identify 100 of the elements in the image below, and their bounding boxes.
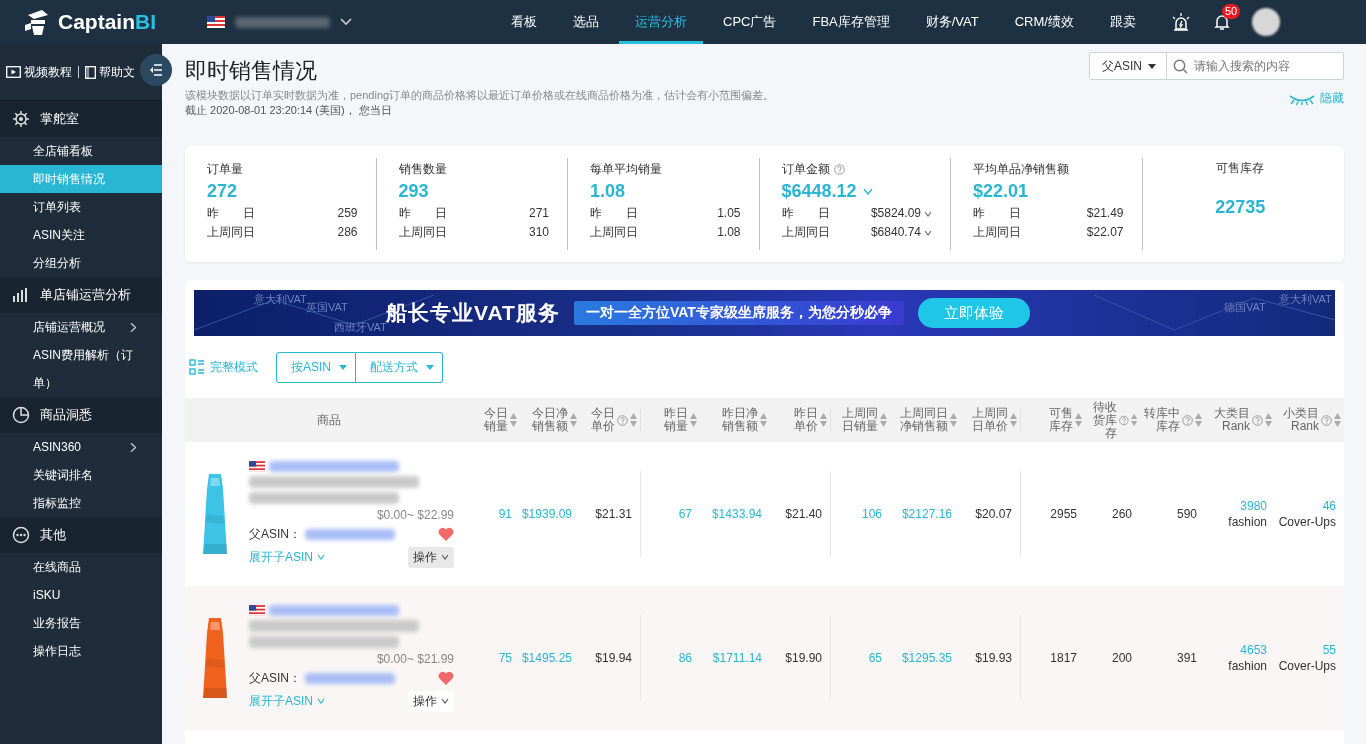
column-header[interactable]: 昨日净销售额 xyxy=(722,407,758,433)
notification-count-badge: 50 xyxy=(1221,4,1241,19)
sidebar-item[interactable]: 关键词排名 xyxy=(0,461,162,489)
caret-down-icon xyxy=(339,364,347,370)
caret-down-icon[interactable] xyxy=(862,187,873,195)
sort-icon[interactable] xyxy=(880,413,887,427)
sidebar-section[interactable]: 其他 xyxy=(0,517,162,553)
comparison-label: 昨 日 xyxy=(207,205,255,222)
us-flag-icon xyxy=(207,16,225,28)
sidebar-section[interactable]: 单店铺运营分析 xyxy=(0,277,162,313)
sidebar-item[interactable]: iSKU xyxy=(0,581,162,609)
sort-icon[interactable] xyxy=(1334,413,1341,427)
column-header[interactable]: 今日净销售额 xyxy=(532,407,568,433)
collapse-sidebar-button[interactable] xyxy=(140,54,172,86)
help-icon[interactable] xyxy=(1252,414,1263,426)
sidebar-item[interactable]: 分组分析 xyxy=(0,249,162,277)
column-header[interactable]: 大类目Rank xyxy=(1214,407,1250,433)
sort-icon[interactable] xyxy=(510,413,517,427)
nav-tab[interactable]: 选品 xyxy=(557,0,615,44)
sidebar-item[interactable]: ASIN360 xyxy=(0,433,162,461)
comparison-value: 1.08 xyxy=(717,224,741,241)
sidebar-item[interactable]: 指标监控 xyxy=(0,489,162,517)
sort-icon[interactable] xyxy=(570,413,577,427)
help-icon[interactable] xyxy=(1321,414,1332,426)
sidebar-section[interactable]: 商品洞悉 xyxy=(0,397,162,433)
heart-icon[interactable] xyxy=(438,527,454,541)
stat-value: $22.01 xyxy=(973,180,1029,202)
help-icon[interactable] xyxy=(1182,414,1193,426)
nav-tab[interactable]: 跟卖 xyxy=(1093,0,1152,44)
banner-title: 船长专业VAT服务 xyxy=(386,300,560,324)
stat-value: 22735 xyxy=(1215,197,1266,218)
sidebar-item[interactable]: 在线商品 xyxy=(0,553,162,581)
sort-icon[interactable] xyxy=(630,413,637,427)
sidebar-section[interactable]: 掌舵室 xyxy=(0,101,162,137)
comparison-value: $21.49 xyxy=(1086,205,1124,222)
column-header[interactable]: 上周同日销量 xyxy=(842,407,878,433)
comparison-value: 286 xyxy=(337,224,358,241)
sort-icon[interactable] xyxy=(760,413,767,427)
column-header[interactable]: 转库中库存 xyxy=(1144,407,1180,433)
heart-icon[interactable] xyxy=(438,671,454,685)
help-docs-link[interactable]: 帮助文 xyxy=(99,63,135,81)
book-icon xyxy=(85,65,96,79)
column-header[interactable]: 上周同日单价 xyxy=(972,407,1008,433)
caret-down-icon[interactable] xyxy=(924,229,932,236)
category-name: fashion xyxy=(1228,658,1267,674)
sort-icon[interactable] xyxy=(1010,413,1017,427)
page-title: 即时销售情况 xyxy=(185,57,318,85)
caret-down-icon[interactable] xyxy=(924,210,932,217)
sidebar-item[interactable]: ASIN费用解析（订单） xyxy=(0,341,162,397)
column-header[interactable]: 昨日单价 xyxy=(794,407,818,433)
sidebar-item[interactable]: 全店铺看板 xyxy=(0,137,162,165)
table-cell: $19.93 xyxy=(975,649,1012,667)
column-header[interactable]: 上周同日净销售额 xyxy=(900,407,948,433)
nav-tab[interactable]: 看板 xyxy=(495,0,553,44)
comparison-label: 上周同日 xyxy=(398,224,447,241)
sort-icon[interactable] xyxy=(1265,413,1272,427)
column-header[interactable]: 可售库存 xyxy=(1049,407,1073,433)
comparison-value: 271 xyxy=(528,205,549,222)
banner[interactable]: 意大利VAT 英国VAT 西班牙VAT 德国VAT 意大利VAT 船长专业VAT服务 一对一全方位VAT专家级坐席服务，为您分秒必争 立即体验 xyxy=(194,290,1335,336)
column-header[interactable]: 今日销量 xyxy=(484,407,508,433)
action-button[interactable]: 操作 xyxy=(408,546,454,568)
comparison-value: 310 xyxy=(528,224,549,241)
sidebar-item[interactable]: 操作日志 xyxy=(0,637,162,665)
sort-icon[interactable] xyxy=(1075,413,1082,427)
stat-label: 平均单品净销售额 xyxy=(973,160,1069,178)
gear-icon xyxy=(12,110,30,128)
table-cell: 590 xyxy=(1176,505,1197,523)
table-row[interactable]: $0.00~ $21.99 父ASIN： 展开子ASIN 操作 75 $1495.25 $19.94 86 $1711.14 $19.90 65 $1295.35 $19.93 1817 200 391 4653 fashion 55 Cover-Ups xyxy=(185,586,1344,730)
category-name: Cover-Ups xyxy=(1278,514,1336,530)
sidebar-item[interactable]: 业务报告 xyxy=(0,609,162,637)
sidebar-item[interactable]: 订单列表 xyxy=(0,193,162,221)
banner-subtitle: 一对一全方位VAT专家级坐席服务，为您分秒必争 xyxy=(573,301,904,325)
sort-icon[interactable] xyxy=(820,413,827,427)
column-header[interactable]: 小类目Rank xyxy=(1283,407,1319,433)
sidebar-item[interactable]: ASIN关注 xyxy=(0,221,162,249)
sort-icon[interactable] xyxy=(1130,413,1137,427)
table-cell: 1817 xyxy=(1050,649,1077,667)
nav-tab[interactable]: FBA库存管理 xyxy=(796,0,906,44)
column-header[interactable]: 昨日销量 xyxy=(664,407,688,433)
caret-down-icon xyxy=(441,554,449,560)
column-header[interactable]: 待收货库存 xyxy=(1085,400,1117,440)
nav-tab[interactable]: CPC广告 xyxy=(707,0,793,44)
sort-icon[interactable] xyxy=(1195,413,1202,427)
action-button[interactable]: 操作 xyxy=(408,690,454,712)
nav-tab[interactable]: 运营分析 xyxy=(619,0,703,44)
sort-icon[interactable] xyxy=(690,413,697,427)
collapse-menu-icon xyxy=(149,64,163,76)
help-icon[interactable] xyxy=(1119,414,1129,426)
sort-icon[interactable] xyxy=(950,413,957,427)
nav-tab[interactable]: 财务/VAT xyxy=(909,0,995,44)
help-icon[interactable] xyxy=(617,414,628,426)
sidebar-item[interactable]: 店铺运营概况 xyxy=(0,313,162,341)
comparison-value: 259 xyxy=(337,205,358,222)
nav-tab[interactable]: CRM/绩效 xyxy=(998,0,1090,44)
column-header[interactable]: 今日单价 xyxy=(591,407,615,433)
user-avatar[interactable] xyxy=(1251,8,1280,36)
parent-asin-label: 父ASIN： xyxy=(249,525,301,543)
help-icon[interactable] xyxy=(833,163,845,175)
video-tutorial-link[interactable]: 视频教程 xyxy=(24,63,72,81)
banner-tag: 德国VAT xyxy=(1224,300,1266,315)
